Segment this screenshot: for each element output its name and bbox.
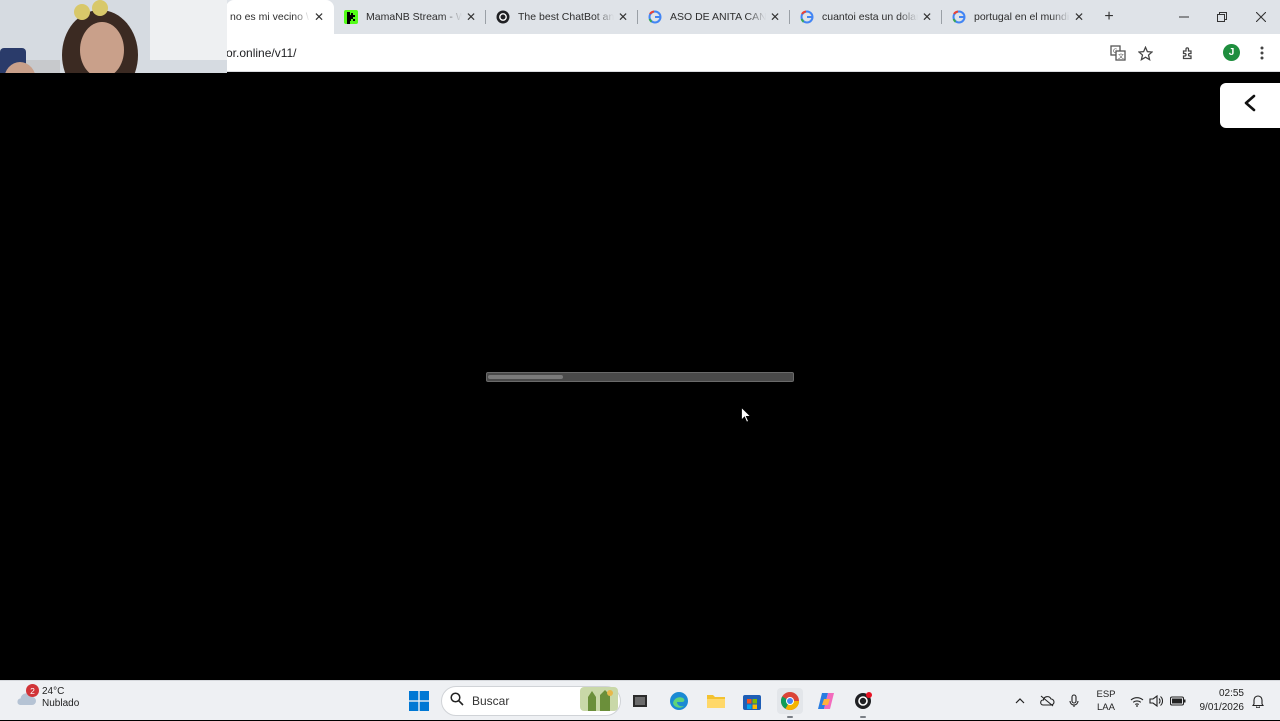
tab-title: cuantoi esta un dolar [822,11,918,23]
chrome-icon[interactable] [777,688,803,714]
taskbar-search[interactable]: Buscar [441,686,621,716]
profile-avatar[interactable]: J [1223,44,1240,61]
close-tab-icon[interactable]: ✕ [614,8,632,26]
close-tab-icon[interactable]: ✕ [1070,8,1088,26]
tab-active[interactable]: no es mi vecino \ ✕ [226,0,334,34]
copilot-icon[interactable] [814,689,838,713]
google-icon [800,10,814,24]
search-icon [450,691,464,711]
page-content [0,73,1280,680]
address-bar-url[interactable]: or.online/v11/ [226,46,297,60]
openai-icon [496,10,510,24]
openai-app-icon[interactable] [851,689,875,713]
close-tab-icon[interactable]: ✕ [462,8,480,26]
mouse-cursor-icon [741,406,752,428]
volume-icon[interactable] [1148,681,1164,721]
weather-temperature: 24°C [42,686,65,697]
loading-progress-fill [488,375,563,379]
input-language[interactable]: ESP LAA [1094,688,1118,714]
tab-dolar[interactable]: cuantoi esta un dolar ✕ [790,0,942,34]
file-explorer-icon[interactable] [704,689,728,713]
search-placeholder: Buscar [472,694,510,708]
weather-condition: Nublado [42,698,80,709]
notification-bell-icon[interactable] [1250,681,1266,721]
tab-portugal[interactable]: portugal en el mundi ✕ [942,0,1094,34]
tab-title: The best ChatBot and [518,11,614,23]
google-icon [952,10,966,24]
keyboard-layout: LAA [1097,702,1115,713]
back-button[interactable] [1220,83,1280,128]
start-button[interactable] [407,689,431,713]
edge-icon[interactable] [667,689,691,713]
close-tab-icon[interactable]: ✕ [766,8,784,26]
clock-time: 02:55 [1218,688,1244,699]
close-window-icon[interactable] [1242,0,1280,34]
tab-title: no es mi vecino \ [230,11,309,23]
microphone-icon[interactable] [1066,681,1082,721]
close-tab-icon[interactable]: ✕ [310,8,328,26]
windows-taskbar: 2 24°C Nublado Buscar ESP LAA 02:55 9/01… [0,680,1280,720]
clock-date: 9/01/2026 [1199,702,1245,713]
extensions-puzzle-icon[interactable] [1178,43,1198,63]
kick-icon [344,10,358,24]
restore-icon[interactable] [1203,0,1241,34]
google-icon [648,10,662,24]
tab-mamanb[interactable]: MamaNB Stream - W ✕ [334,0,486,34]
task-view-icon[interactable] [628,689,652,713]
search-highlight-icon [580,686,618,716]
loading-progress-bar [486,372,794,382]
minimize-icon[interactable] [1165,0,1203,34]
system-clock[interactable]: 02:55 9/01/2026 [1190,687,1245,715]
tab-title: portugal en el mundi [974,11,1070,23]
tab-title: ASO DE ANITA CANC [670,11,766,23]
close-tab-icon[interactable]: ✕ [918,8,936,26]
cloud-offline-icon[interactable] [1038,681,1056,721]
bookmark-star-icon[interactable] [1135,43,1155,63]
chevron-up-icon[interactable] [1012,681,1028,721]
translate-icon[interactable]: G文 [1108,43,1128,63]
tab-anita[interactable]: ASO DE ANITA CANC ✕ [638,0,790,34]
new-tab-icon[interactable]: + [1099,7,1119,27]
language-code: ESP [1096,689,1116,700]
chevron-left-icon [1243,94,1257,117]
microsoft-store-icon[interactable] [740,689,764,713]
svg-text:文: 文 [1118,53,1124,61]
tab-chatbot[interactable]: The best ChatBot and ✕ [486,0,638,34]
tab-title: MamaNB Stream - W [366,11,462,23]
notification-badge: 2 [26,684,39,697]
battery-icon[interactable] [1169,681,1187,721]
cloud-icon: 2 [14,684,39,710]
wifi-icon[interactable] [1129,681,1145,721]
weather-widget[interactable]: 2 24°C Nublado [14,684,80,710]
menu-kebab-icon[interactable] [1252,43,1272,63]
